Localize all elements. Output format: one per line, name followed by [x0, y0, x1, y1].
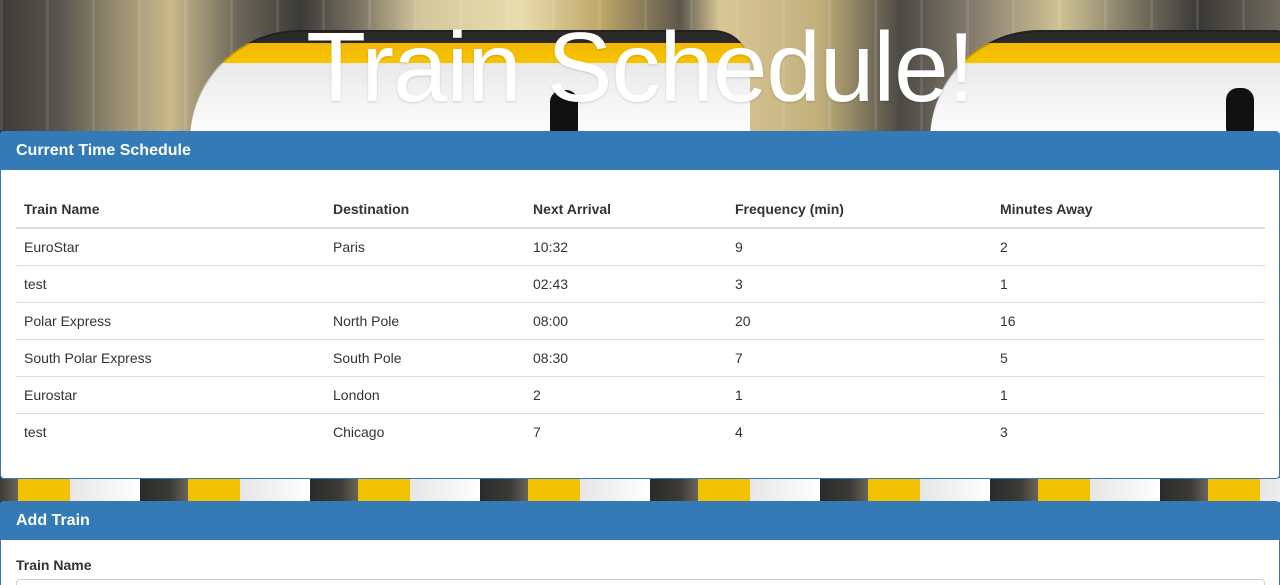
schedule-panel-heading: Current Time Schedule — [1, 132, 1279, 170]
table-row: South Polar Express South Pole 08:30 7 5 — [16, 338, 1265, 376]
cell-minutes-away: 2 — [1000, 238, 1008, 255]
add-train-panel: Add Train Train Name — [0, 501, 1280, 585]
add-train-panel-heading: Add Train — [1, 502, 1279, 540]
cell-destination — [325, 264, 525, 302]
cell-minutes-away: 1 — [992, 375, 1265, 413]
cell-frequency: 9 — [735, 238, 743, 255]
column-header-next-arrival: Next Arrival — [525, 185, 727, 229]
train-name-label: Train Name — [16, 557, 92, 573]
column-header-destination: Destination — [325, 185, 525, 229]
cell-frequency: 1 — [727, 375, 992, 413]
cell-destination: South Pole — [325, 338, 525, 376]
table-row: test Chicago 7 4 3 — [16, 412, 1265, 450]
table-row: test 02:43 3 1 — [16, 264, 1265, 302]
cell-frequency: 3 — [727, 264, 992, 302]
cell-destination: Chicago — [325, 412, 525, 450]
train-name-input[interactable] — [16, 579, 1265, 585]
cell-frequency: 7 — [727, 338, 992, 376]
cell-frequency: 20 — [727, 301, 992, 339]
page-title: Train Schedule! — [306, 12, 975, 122]
cell-frequency: 4 — [727, 412, 992, 450]
cell-next-arrival: 08:00 — [525, 301, 727, 339]
cell-next-arrival: 10:32 — [533, 238, 569, 255]
table-row: EuroStar Paris 10:32 9 2 — [16, 228, 1265, 265]
table-header-row: Train Name Destination Next Arrival Freq… — [16, 185, 1265, 229]
cell-train-name: Polar Express — [16, 301, 325, 339]
cell-minutes-away: 3 — [992, 412, 1265, 450]
schedule-table: Train Name Destination Next Arrival Freq… — [16, 185, 1265, 450]
column-header-minutes-away: Minutes Away — [992, 185, 1265, 229]
column-header-frequency: Frequency (min) — [727, 185, 992, 229]
cell-next-arrival: 2 — [525, 375, 727, 413]
cell-minutes-away: 1 — [992, 264, 1265, 302]
cell-train-name: test — [16, 264, 325, 302]
table-row: Eurostar London 2 1 1 — [16, 375, 1265, 413]
cell-destination: London — [325, 375, 525, 413]
cell-train-name: Eurostar — [16, 375, 325, 413]
cell-destination: Paris — [333, 238, 365, 255]
cell-next-arrival: 08:30 — [525, 338, 727, 376]
cell-train-name: EuroStar — [24, 238, 80, 255]
cell-minutes-away: 16 — [992, 301, 1265, 339]
cell-minutes-away: 5 — [992, 338, 1265, 376]
cell-train-name: South Polar Express — [16, 338, 325, 376]
cell-destination: North Pole — [325, 301, 525, 339]
table-row: Polar Express North Pole 08:00 20 16 — [16, 301, 1265, 339]
cell-next-arrival: 02:43 — [525, 264, 727, 302]
train-strip-lower — [0, 478, 1280, 502]
schedule-panel: Current Time Schedule Train Name Destina… — [0, 131, 1280, 479]
cell-next-arrival: 7 — [525, 412, 727, 450]
column-header-train-name: Train Name — [16, 185, 325, 229]
cell-train-name: test — [16, 412, 325, 450]
